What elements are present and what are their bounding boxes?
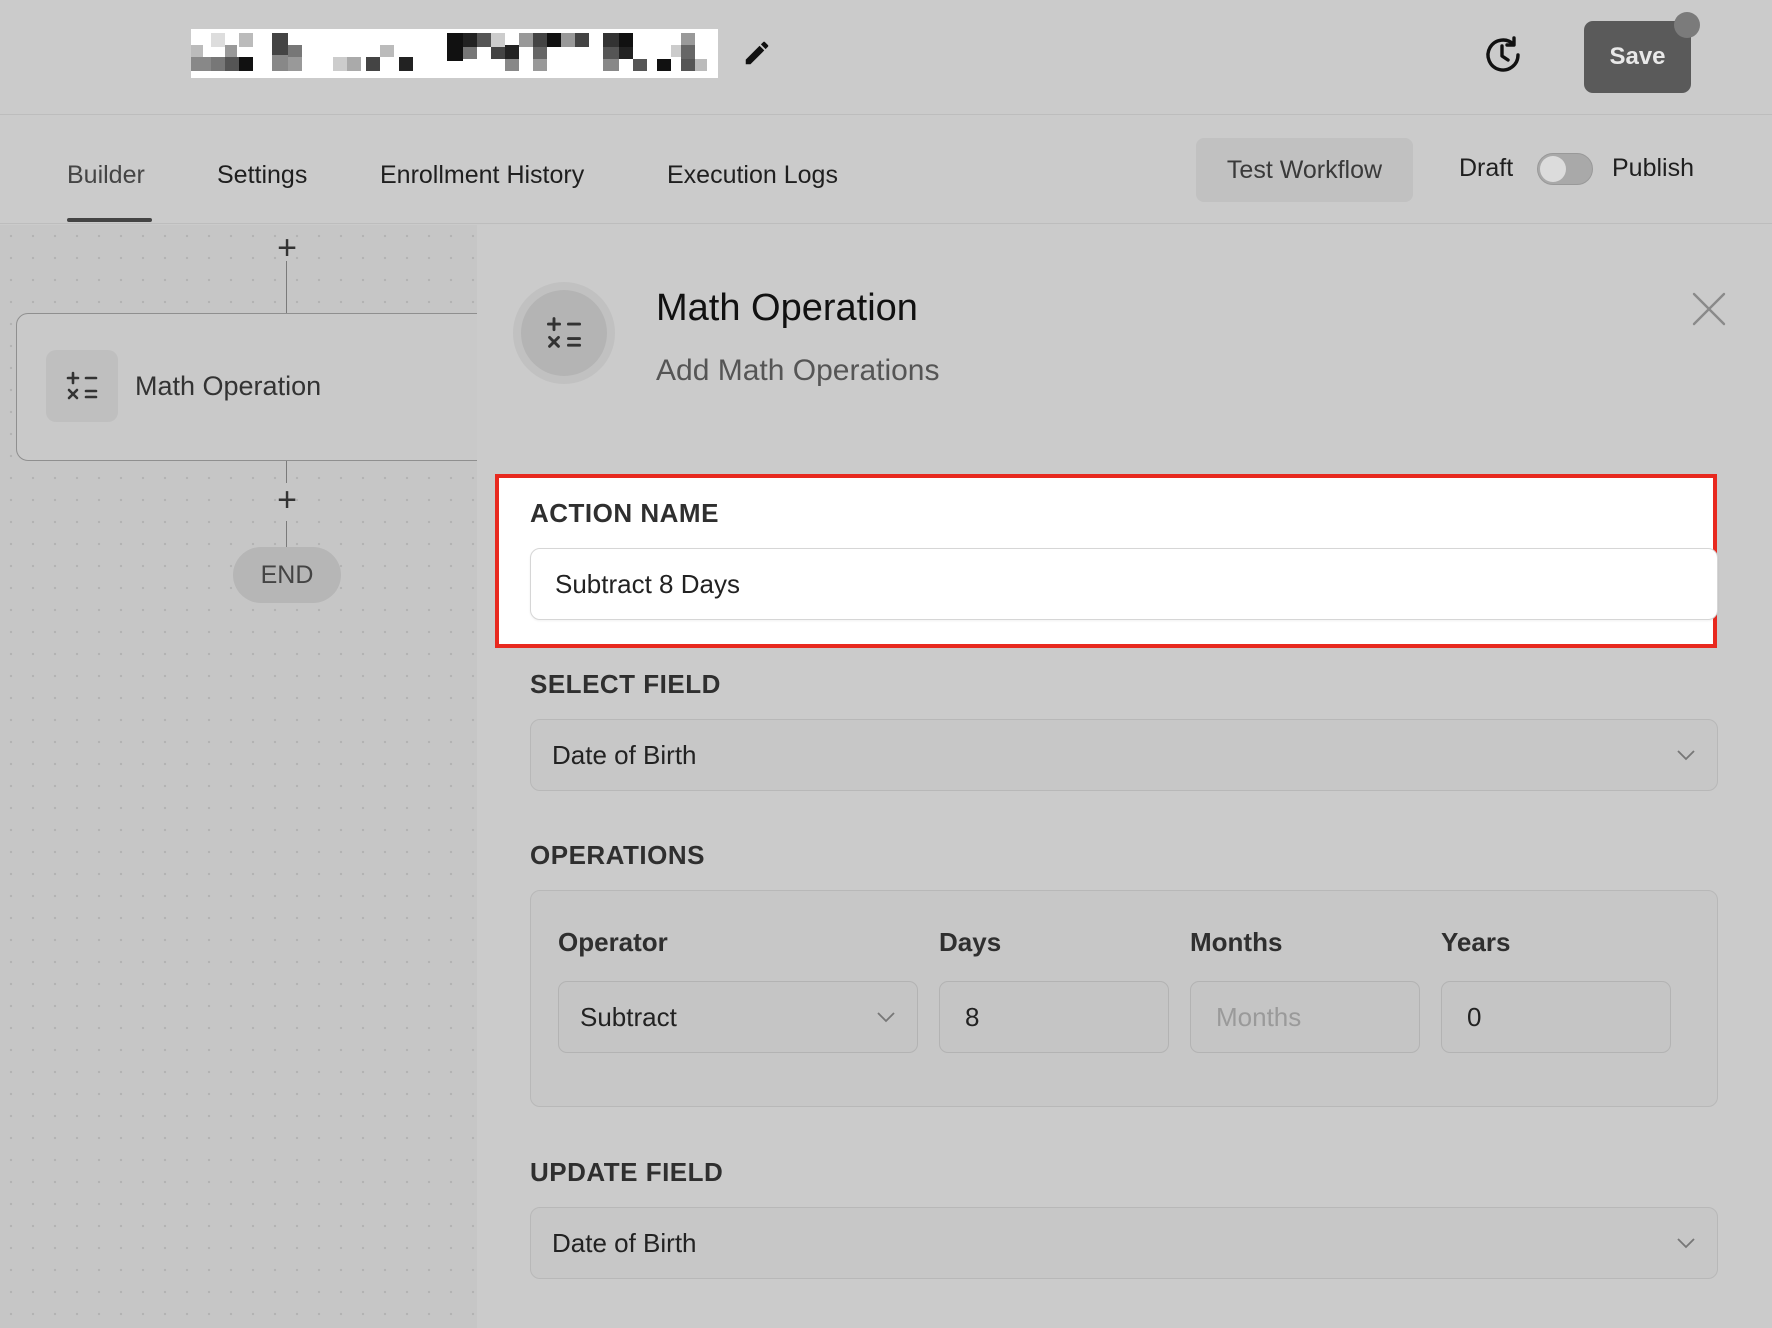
action-name-label: ACTION NAME <box>530 498 719 528</box>
chevron-down-icon <box>1677 1238 1695 1249</box>
operator-column-label: Operator <box>558 927 668 957</box>
active-tab-indicator <box>67 218 152 222</box>
months-column-label: Months <box>1190 927 1283 957</box>
history-icon[interactable] <box>1480 32 1526 78</box>
add-step-plus-icon[interactable]: + <box>272 231 302 265</box>
test-workflow-button[interactable]: Test Workflow <box>1196 138 1413 202</box>
days-input[interactable]: 8 <box>939 981 1169 1053</box>
publish-label: Publish <box>1612 154 1694 182</box>
top-bar: Save <box>0 0 1772 115</box>
panel-subtitle: Add Math Operations <box>656 354 940 387</box>
operator-select[interactable]: Subtract <box>558 981 918 1053</box>
publish-toggle[interactable] <box>1537 153 1593 185</box>
workflow-title-redacted[interactable] <box>191 29 718 78</box>
connector-line <box>286 261 287 313</box>
operations-box: Operator Days Months Years Subtract 8 Mo… <box>530 890 1718 1107</box>
operations-label: OPERATIONS <box>530 840 705 870</box>
end-node: END <box>233 547 341 603</box>
operator-value: Subtract <box>580 1001 677 1032</box>
tab-settings[interactable]: Settings <box>217 161 307 190</box>
months-input[interactable]: Months <box>1190 981 1420 1053</box>
toggle-knob <box>1540 156 1566 182</box>
select-field-value: Date of Birth <box>552 739 697 770</box>
chevron-down-icon <box>877 1012 895 1023</box>
chevron-down-icon <box>1677 750 1695 761</box>
connector-line <box>286 521 287 547</box>
update-field-value: Date of Birth <box>552 1227 697 1258</box>
tab-enrollment-history[interactable]: Enrollment History <box>380 161 584 190</box>
update-field-dropdown[interactable]: Date of Birth <box>530 1207 1718 1279</box>
add-step-plus-icon[interactable]: + <box>272 483 302 517</box>
update-field-label: UPDATE FIELD <box>530 1157 724 1187</box>
action-panel: Math Operation Add Math Operations ACTIO… <box>477 225 1772 1328</box>
draft-label: Draft <box>1459 154 1514 182</box>
panel-title: Math Operation <box>656 287 918 329</box>
select-field-label: SELECT FIELD <box>530 669 721 699</box>
close-icon[interactable] <box>1691 291 1727 327</box>
calculator-icon <box>46 350 118 422</box>
math-operation-node[interactable]: Math Operation <box>16 313 477 461</box>
years-column-label: Years <box>1441 927 1511 957</box>
tabs-bar: Builder Settings Enrollment History Exec… <box>0 115 1772 224</box>
calculator-icon <box>521 290 607 376</box>
connector-line <box>286 461 287 483</box>
action-name-input[interactable]: Subtract 8 Days <box>530 548 1718 620</box>
days-column-label: Days <box>939 927 1002 957</box>
node-label: Math Operation <box>135 371 322 401</box>
panel-icon-badge <box>513 282 615 384</box>
years-input[interactable]: 0 <box>1441 981 1671 1053</box>
select-field-dropdown[interactable]: Date of Birth <box>530 719 1718 791</box>
tab-execution-logs[interactable]: Execution Logs <box>667 161 838 190</box>
notification-dot <box>1674 12 1700 38</box>
pencil-icon[interactable] <box>740 36 774 70</box>
workflow-canvas[interactable]: + Math Operation + END <box>0 225 477 1328</box>
tab-builder[interactable]: Builder <box>67 161 145 190</box>
